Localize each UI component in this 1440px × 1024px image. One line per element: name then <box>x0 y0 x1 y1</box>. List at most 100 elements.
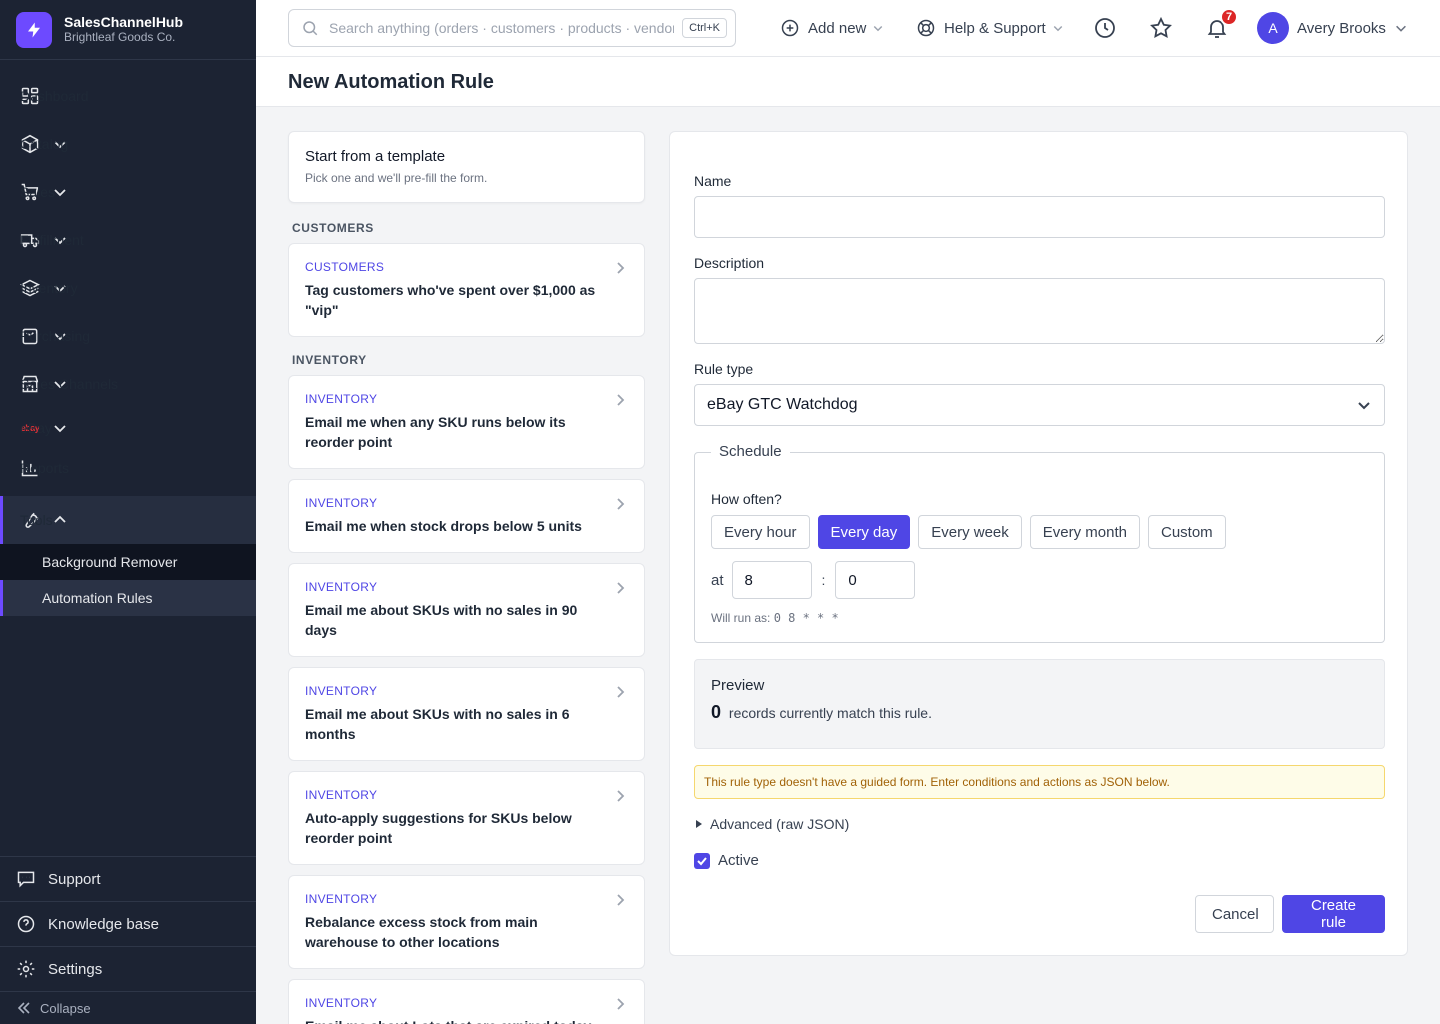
collapse-sidebar-button[interactable]: Collapse <box>0 991 256 1024</box>
search-input[interactable] <box>329 20 675 36</box>
nav-fulfillment[interactable]: Fulfillment <box>0 216 256 264</box>
create-rule-button[interactable]: Create rule <box>1282 895 1385 933</box>
template-card[interactable]: INVENTORY Email me about SKUs with no sa… <box>288 667 645 761</box>
schedule-legend: Schedule <box>711 443 790 460</box>
template-title: Email me when any SKU runs below its reo… <box>305 414 566 450</box>
frequency-every-month[interactable]: Every month <box>1029 515 1140 549</box>
hour-input[interactable] <box>731 561 812 599</box>
search-shortcut: Ctrl+K <box>682 18 727 38</box>
preview-count: 0 <box>711 702 722 722</box>
template-card[interactable]: INVENTORY Auto-apply suggestions for SKU… <box>288 771 645 865</box>
chevron-right-icon <box>612 260 628 276</box>
nav-dashboard[interactable]: Dashboard <box>0 72 256 120</box>
nav-fulfillment-label: Fulfillment <box>20 232 84 248</box>
will-run-label: Will run as: <box>711 611 771 625</box>
preview-title: Preview <box>711 677 765 694</box>
frequency-every-day[interactable]: Every day <box>817 515 911 549</box>
preview-text: records currently match this rule. <box>728 705 932 721</box>
at-label: at <box>711 571 724 589</box>
nav-automation-rules[interactable]: Automation Rules <box>0 580 256 616</box>
nav-purchasing[interactable]: Purchasing <box>0 312 256 360</box>
advanced-label: Advanced (raw JSON) <box>710 816 850 832</box>
chevron-down-icon <box>1394 21 1408 35</box>
nav-knowledge-base[interactable]: Knowledge base <box>0 901 256 946</box>
rule-type-label: Rule type <box>694 361 754 377</box>
chevron-down-icon <box>1356 397 1372 413</box>
bolt-icon <box>16 11 52 48</box>
template-header-subtitle: Pick one and we'll pre-fill the form. <box>305 171 488 185</box>
cron-preview: Will run as: 0 8 * * * <box>711 611 839 625</box>
chevron-right-icon <box>612 788 628 804</box>
bell-icon[interactable]: 7 <box>1205 8 1238 40</box>
top-bar: Ctrl+K Add new Help & Support 7 A Avery … <box>256 0 1440 57</box>
help-support-button[interactable]: Help & Support <box>916 14 1064 42</box>
chevron-down-icon <box>1052 22 1064 34</box>
rule-type-value: eBay GTC Watchdog <box>707 396 858 413</box>
add-new-button[interactable]: Add new <box>780 14 884 42</box>
template-group-label: CUSTOMERS <box>292 221 374 235</box>
frequency-every-week[interactable]: Every week <box>918 515 1022 549</box>
nav-tools[interactable]: Tools <box>0 496 256 544</box>
template-card[interactable]: CUSTOMERS Tag customers who've spent ove… <box>288 243 645 337</box>
how-often-label: How often? <box>711 491 782 507</box>
nav-inventory[interactable]: Inventory <box>0 264 256 312</box>
template-category: CUSTOMERS <box>305 260 385 274</box>
active-checkbox[interactable] <box>694 852 710 869</box>
chevron-right-icon <box>612 496 628 512</box>
main-nav: Dashboard Catalog Sales Fulfillment Inve… <box>0 72 256 616</box>
template-card[interactable]: INVENTORY Email me about SKUs with no sa… <box>288 563 645 657</box>
time-row: at : <box>711 561 916 599</box>
template-category: INVENTORY <box>305 788 378 802</box>
template-card[interactable]: INVENTORY Email me when stock drops belo… <box>288 479 645 553</box>
template-category: INVENTORY <box>305 684 378 698</box>
cancel-button[interactable]: Cancel <box>1195 895 1274 933</box>
nav-reports[interactable]: Reports <box>0 448 256 488</box>
add-new-label: Add new <box>808 19 867 37</box>
rule-type-select[interactable]: eBay GTC Watchdog <box>694 384 1385 426</box>
minute-input[interactable] <box>835 561 916 599</box>
json-warning: This rule type doesn't have a guided for… <box>694 765 1385 799</box>
name-input[interactable] <box>694 196 1385 238</box>
chevron-right-icon <box>612 996 628 1012</box>
page-header: New Automation Rule <box>256 57 1440 107</box>
template-category: INVENTORY <box>305 580 378 594</box>
template-title: Auto-apply suggestions for SKUs below re… <box>305 810 572 846</box>
nav-catalog[interactable]: Catalog <box>0 120 256 168</box>
nav-ebay[interactable]: ebay eBay <box>0 408 256 448</box>
preview-panel: Preview 0 records currently match this r… <box>694 659 1385 749</box>
nav-sales-channels[interactable]: Sales Channels <box>0 360 256 408</box>
frequency-custom[interactable]: Custom <box>1147 515 1226 549</box>
nav-sales[interactable]: Sales <box>0 168 256 216</box>
template-card[interactable]: INVENTORY Rebalance excess stock from ma… <box>288 875 645 969</box>
user-name: Avery Brooks <box>1297 19 1386 37</box>
history-clock-icon[interactable] <box>1093 16 1117 40</box>
cron-expression: 0 8 * * * <box>773 611 839 625</box>
template-title: Email me about Lots that are expired tod… <box>305 1016 604 1024</box>
brand[interactable]: SalesChannelHub Brightleaf Goods Co. <box>0 0 256 60</box>
template-category: INVENTORY <box>305 392 378 406</box>
chevron-right-icon <box>612 684 628 700</box>
time-separator: : <box>821 572 826 588</box>
frequency-options: Every hour Every day Every week Every mo… <box>711 515 1226 549</box>
template-card[interactable]: INVENTORY Email me when any SKU runs bel… <box>288 375 645 469</box>
chevron-down-icon <box>872 22 884 34</box>
page-title: New Automation Rule <box>288 71 494 93</box>
description-input[interactable] <box>694 278 1385 344</box>
star-icon[interactable] <box>1149 16 1173 40</box>
nav-background-remover[interactable]: Background Remover <box>0 544 256 580</box>
template-card[interactable]: INVENTORY Email me about Lots that are e… <box>288 979 645 1024</box>
nav-sales-label: Sales <box>20 184 56 200</box>
template-title: Tag customers who've spent over $1,000 a… <box>305 282 596 318</box>
global-search[interactable]: Ctrl+K <box>288 9 736 47</box>
chevron-right-icon <box>612 580 628 596</box>
frequency-every-hour[interactable]: Every hour <box>711 515 810 549</box>
sidebar: SalesChannelHub Brightleaf Goods Co. Das… <box>0 0 256 1024</box>
avatar: A <box>1257 12 1289 44</box>
advanced-json-toggle[interactable]: Advanced (raw JSON) <box>694 816 849 832</box>
chevron-down-icon <box>52 420 68 436</box>
sidebar-footer: Support Knowledge base Settings Collapse <box>0 856 256 1024</box>
user-menu[interactable]: A Avery Brooks <box>1257 12 1408 44</box>
nav-support[interactable]: Support <box>0 856 256 901</box>
nav-settings[interactable]: Settings <box>0 946 256 991</box>
brand-name: SalesChannelHub <box>64 14 184 30</box>
